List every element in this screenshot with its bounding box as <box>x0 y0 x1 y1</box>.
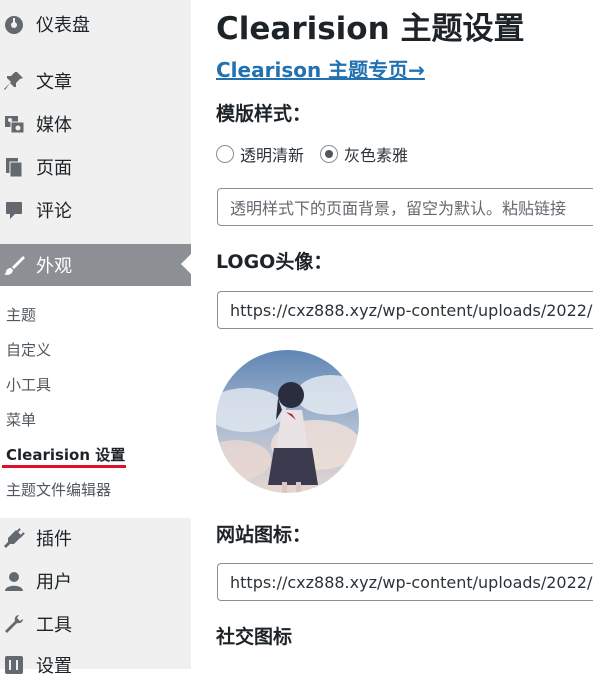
submenu-item-themes[interactable]: 主题 <box>6 304 36 325</box>
appearance-submenu: 主题 自定义 小工具 菜单 Clearision 设置 主题文件编辑器 <box>0 286 191 518</box>
dashboard-icon <box>2 12 26 36</box>
favicon-url-input[interactable]: https://cxz888.xyz/wp-content/uploads/20… <box>217 563 593 601</box>
plugin-icon <box>2 526 26 550</box>
radio-label-gray: 灰色素雅 <box>344 146 409 165</box>
annotation-underline <box>2 465 126 468</box>
logo-avatar-preview <box>216 350 359 493</box>
template-style-label: 模版样式： <box>216 103 312 125</box>
menu-item-label: 媒体 <box>36 115 72 136</box>
settings-main: Clearision 主题设置 Clearison 主题专页→ 模版样式： 透明… <box>191 0 593 669</box>
page-title: Clearision 主题设置 <box>216 11 525 47</box>
logo-url-input[interactable]: https://cxz888.xyz/wp-content/uploads/20… <box>217 291 593 329</box>
submenu-item-clearision-settings[interactable]: Clearision 设置 <box>6 444 125 465</box>
user-icon <box>2 569 26 593</box>
pages-icon <box>2 155 26 179</box>
social-icons-label: 社交图标 <box>216 626 293 648</box>
logo-label: LOGO头像： <box>216 251 333 273</box>
menu-item-label: 插件 <box>36 529 72 550</box>
menu-item-appearance[interactable]: 外观 <box>0 244 191 286</box>
menu-item-label: 文章 <box>36 72 72 93</box>
menu-item-label: 评论 <box>36 201 72 222</box>
menu-item-tools[interactable]: 工具 <box>0 604 191 644</box>
submenu-item-theme-file-editor[interactable]: 主题文件编辑器 <box>6 479 111 500</box>
menu-item-media[interactable]: 媒体 <box>0 104 191 144</box>
menu-item-users[interactable]: 用户 <box>0 561 191 601</box>
menu-item-label: 用户 <box>36 572 72 593</box>
menu-item-comments[interactable]: 评论 <box>0 190 191 230</box>
menu-item-settings[interactable]: 设置 <box>0 645 191 685</box>
menu-item-label: 页面 <box>36 158 72 179</box>
settings-icon <box>2 653 26 677</box>
media-icon <box>2 112 26 136</box>
background-url-input[interactable]: 透明样式下的页面背景，留空为默认。粘贴链接 <box>217 188 593 226</box>
menu-item-label: 设置 <box>36 656 72 677</box>
menu-item-label: 外观 <box>36 256 72 277</box>
menu-item-label: 工具 <box>36 615 72 636</box>
pushpin-icon <box>2 69 26 93</box>
menu-item-posts[interactable]: 文章 <box>0 61 191 101</box>
paintbrush-icon <box>2 253 26 277</box>
radio-gray[interactable] <box>320 145 339 163</box>
theme-homepage-link[interactable]: Clearison 主题专页→ <box>216 54 425 83</box>
template-style-radio-group: 透明清新 灰色素雅 <box>216 142 424 166</box>
admin-sidebar: 仪表盘 文章 媒体 页面 评论 外观 主题 自定义 小工具 菜单 Clearis… <box>0 0 191 677</box>
submenu-item-widgets[interactable]: 小工具 <box>6 374 51 395</box>
menu-item-plugins[interactable]: 插件 <box>0 518 191 558</box>
menu-item-label: 仪表盘 <box>36 15 90 36</box>
submenu-item-customize[interactable]: 自定义 <box>6 339 51 360</box>
radio-transparent[interactable] <box>216 145 234 163</box>
wrench-icon <box>2 612 26 636</box>
menu-item-pages[interactable]: 页面 <box>0 147 191 187</box>
menu-item-dashboard[interactable]: 仪表盘 <box>0 4 191 44</box>
comment-icon <box>2 198 26 222</box>
radio-label-transparent: 透明清新 <box>240 146 305 165</box>
favicon-label: 网站图标： <box>216 524 312 546</box>
submenu-item-menus[interactable]: 菜单 <box>6 409 36 430</box>
